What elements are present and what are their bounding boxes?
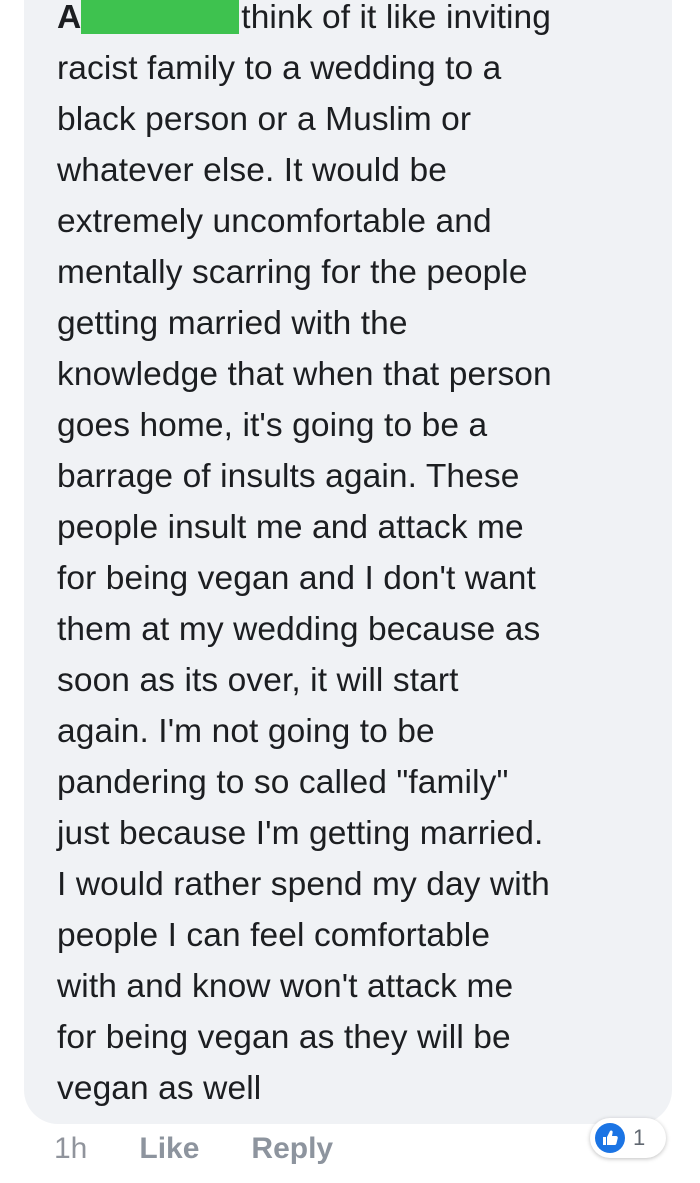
comment-line: getting married with the bbox=[57, 305, 408, 342]
comment-line: pandering to so called "family" bbox=[57, 764, 509, 801]
comment-line: barrage of insults again. These bbox=[57, 458, 520, 495]
comment-line: people insult me and attack me bbox=[57, 509, 524, 546]
comment-line: for being vegan as they will be bbox=[57, 1019, 511, 1056]
comment-actions: 1h Like Reply bbox=[54, 1129, 385, 1169]
comment-line: with and know won't attack me bbox=[57, 968, 514, 1005]
comment-line: goes home, it's going to be a bbox=[57, 407, 488, 444]
comment-line: whatever else. It would be bbox=[57, 152, 447, 189]
comment-line: black person or a Muslim or bbox=[57, 101, 472, 138]
redaction-mark bbox=[81, 0, 240, 34]
comment-line: people I can feel comfortable bbox=[57, 917, 491, 954]
comment-body: Athink of it like inviting racist family… bbox=[57, 0, 677, 1114]
comment-line: extremely uncomfortable and bbox=[57, 203, 492, 240]
comment-line: for being vegan and I don't want bbox=[57, 560, 536, 597]
comment-line: racist family to a wedding to a bbox=[57, 50, 502, 87]
comment-line: think of it like inviting bbox=[241, 0, 552, 36]
like-button[interactable]: Like bbox=[139, 1132, 199, 1166]
comment-line-first: Athink of it like inviting bbox=[57, 0, 677, 43]
thumbs-up-icon bbox=[595, 1123, 625, 1153]
comment-line: soon as its over, it will start bbox=[57, 662, 459, 699]
author-name[interactable]: A bbox=[57, 0, 81, 36]
reaction-count: 1 bbox=[633, 1125, 646, 1150]
comment-timestamp[interactable]: 1h bbox=[54, 1132, 87, 1166]
reply-button[interactable]: Reply bbox=[251, 1132, 333, 1166]
comment-line: them at my wedding because as bbox=[57, 611, 541, 648]
comment-line: mentally scarring for the people bbox=[57, 254, 528, 291]
comment-line: vegan as well bbox=[57, 1070, 262, 1107]
reaction-summary[interactable]: 1 bbox=[590, 1118, 666, 1158]
comment-line: again. I'm not going to be bbox=[57, 713, 435, 750]
comment-line: knowledge that when that person bbox=[57, 356, 552, 393]
comment-line: I would rather spend my day with bbox=[57, 866, 550, 903]
comment-line: just because I'm getting married. bbox=[57, 815, 544, 852]
